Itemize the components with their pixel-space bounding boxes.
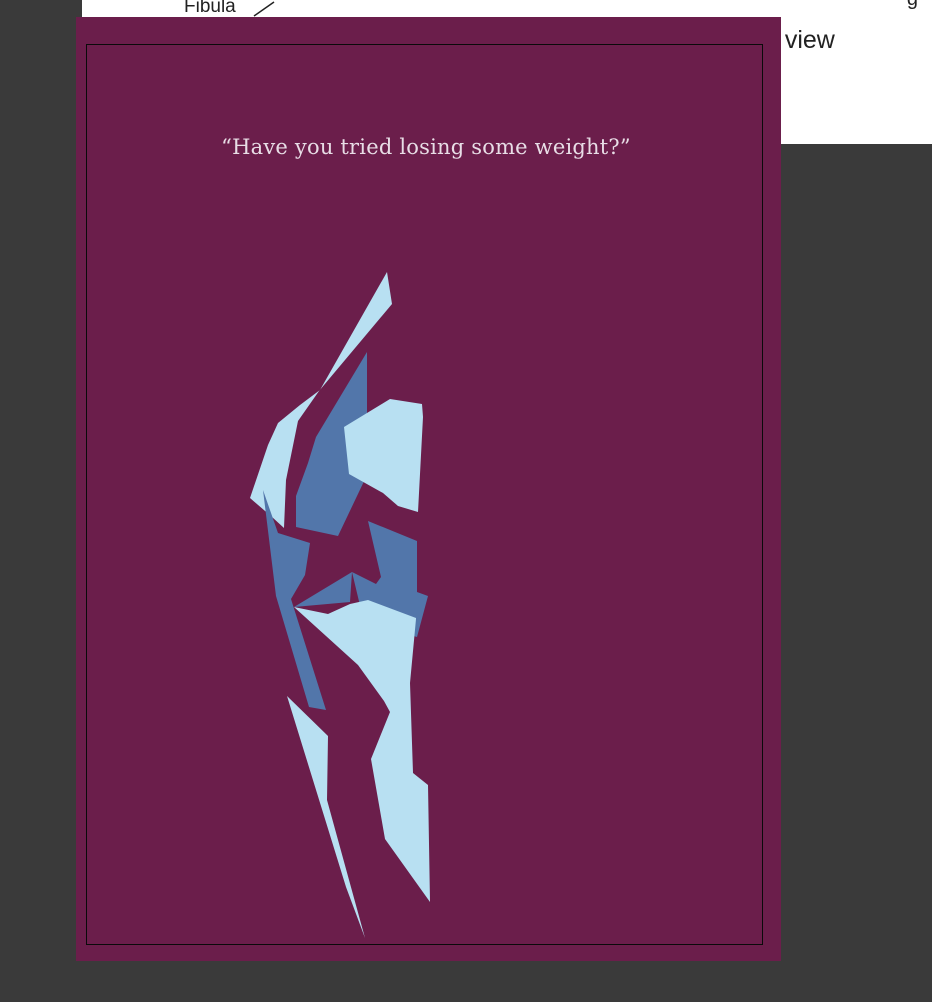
poster-card: “Have you tried losing some weight?” [76, 17, 781, 961]
fibula-light-shape [287, 696, 365, 938]
knee-illustration [250, 272, 430, 938]
corner-mark: g [907, 0, 918, 11]
fibula-label: Fibula [184, 0, 236, 17]
